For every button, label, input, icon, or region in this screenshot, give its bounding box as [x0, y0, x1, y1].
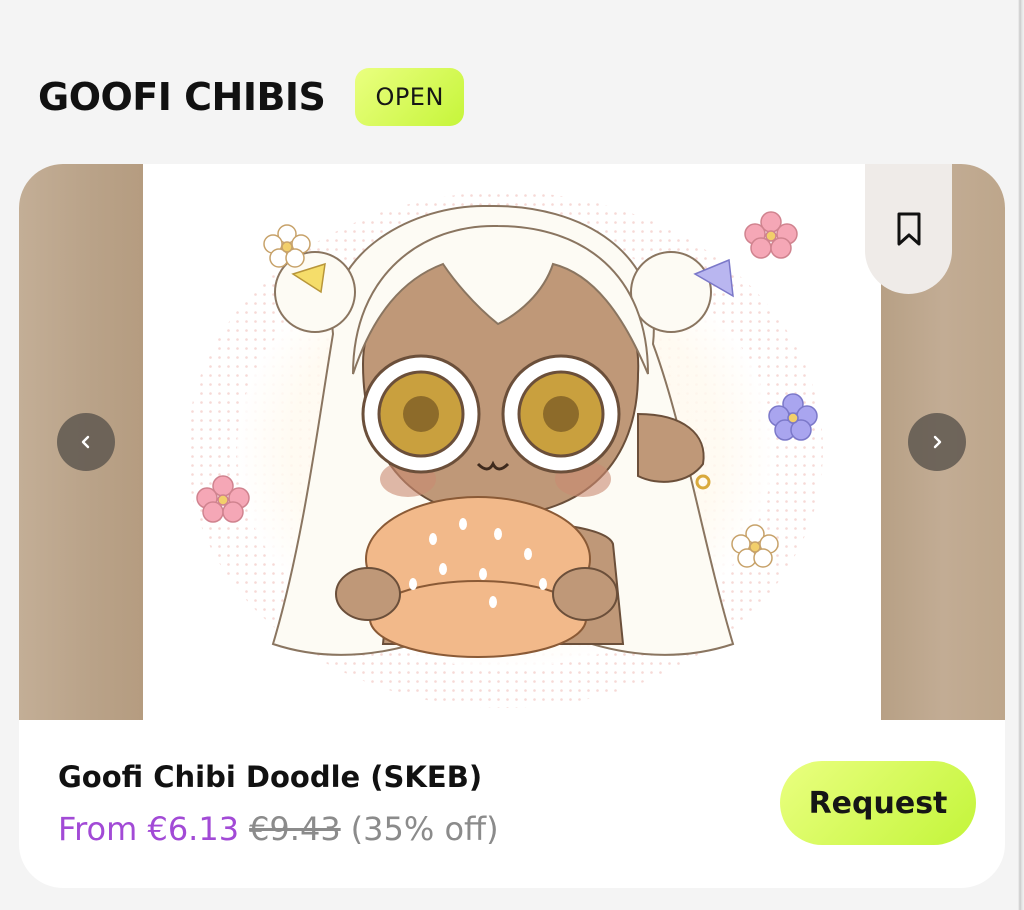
previous-image-button[interactable] — [57, 413, 115, 471]
window-edge — [1010, 0, 1024, 910]
product-card[interactable]: Goofi Chibi Doodle (SKEB) From €6.13 €9.4… — [19, 164, 1005, 888]
product-info: Goofi Chibi Doodle (SKEB) From €6.13 €9.4… — [19, 720, 1005, 888]
next-image-button[interactable] — [908, 413, 966, 471]
product-title: Goofi Chibi Doodle (SKEB) — [58, 760, 483, 794]
chevron-left-icon — [81, 435, 90, 449]
original-price: €9.43 — [249, 810, 341, 848]
image-gallery — [19, 164, 1005, 720]
price-line: From €6.13 €9.43 (35% off) — [58, 810, 499, 848]
bookmark-icon — [897, 212, 920, 246]
chevron-right-icon — [933, 435, 942, 449]
request-button[interactable]: Request — [780, 761, 976, 845]
section-title: GOOFI CHIBIS — [38, 75, 326, 119]
section-header: GOOFI CHIBIS OPEN — [38, 68, 464, 126]
chibi-illustration — [187, 192, 823, 708]
status-badge: OPEN — [355, 68, 464, 126]
current-price: From €6.13 — [58, 810, 240, 848]
bookmark-button[interactable] — [865, 164, 952, 294]
product-image[interactable] — [143, 164, 881, 720]
discount-label: (35% off) — [350, 810, 499, 848]
